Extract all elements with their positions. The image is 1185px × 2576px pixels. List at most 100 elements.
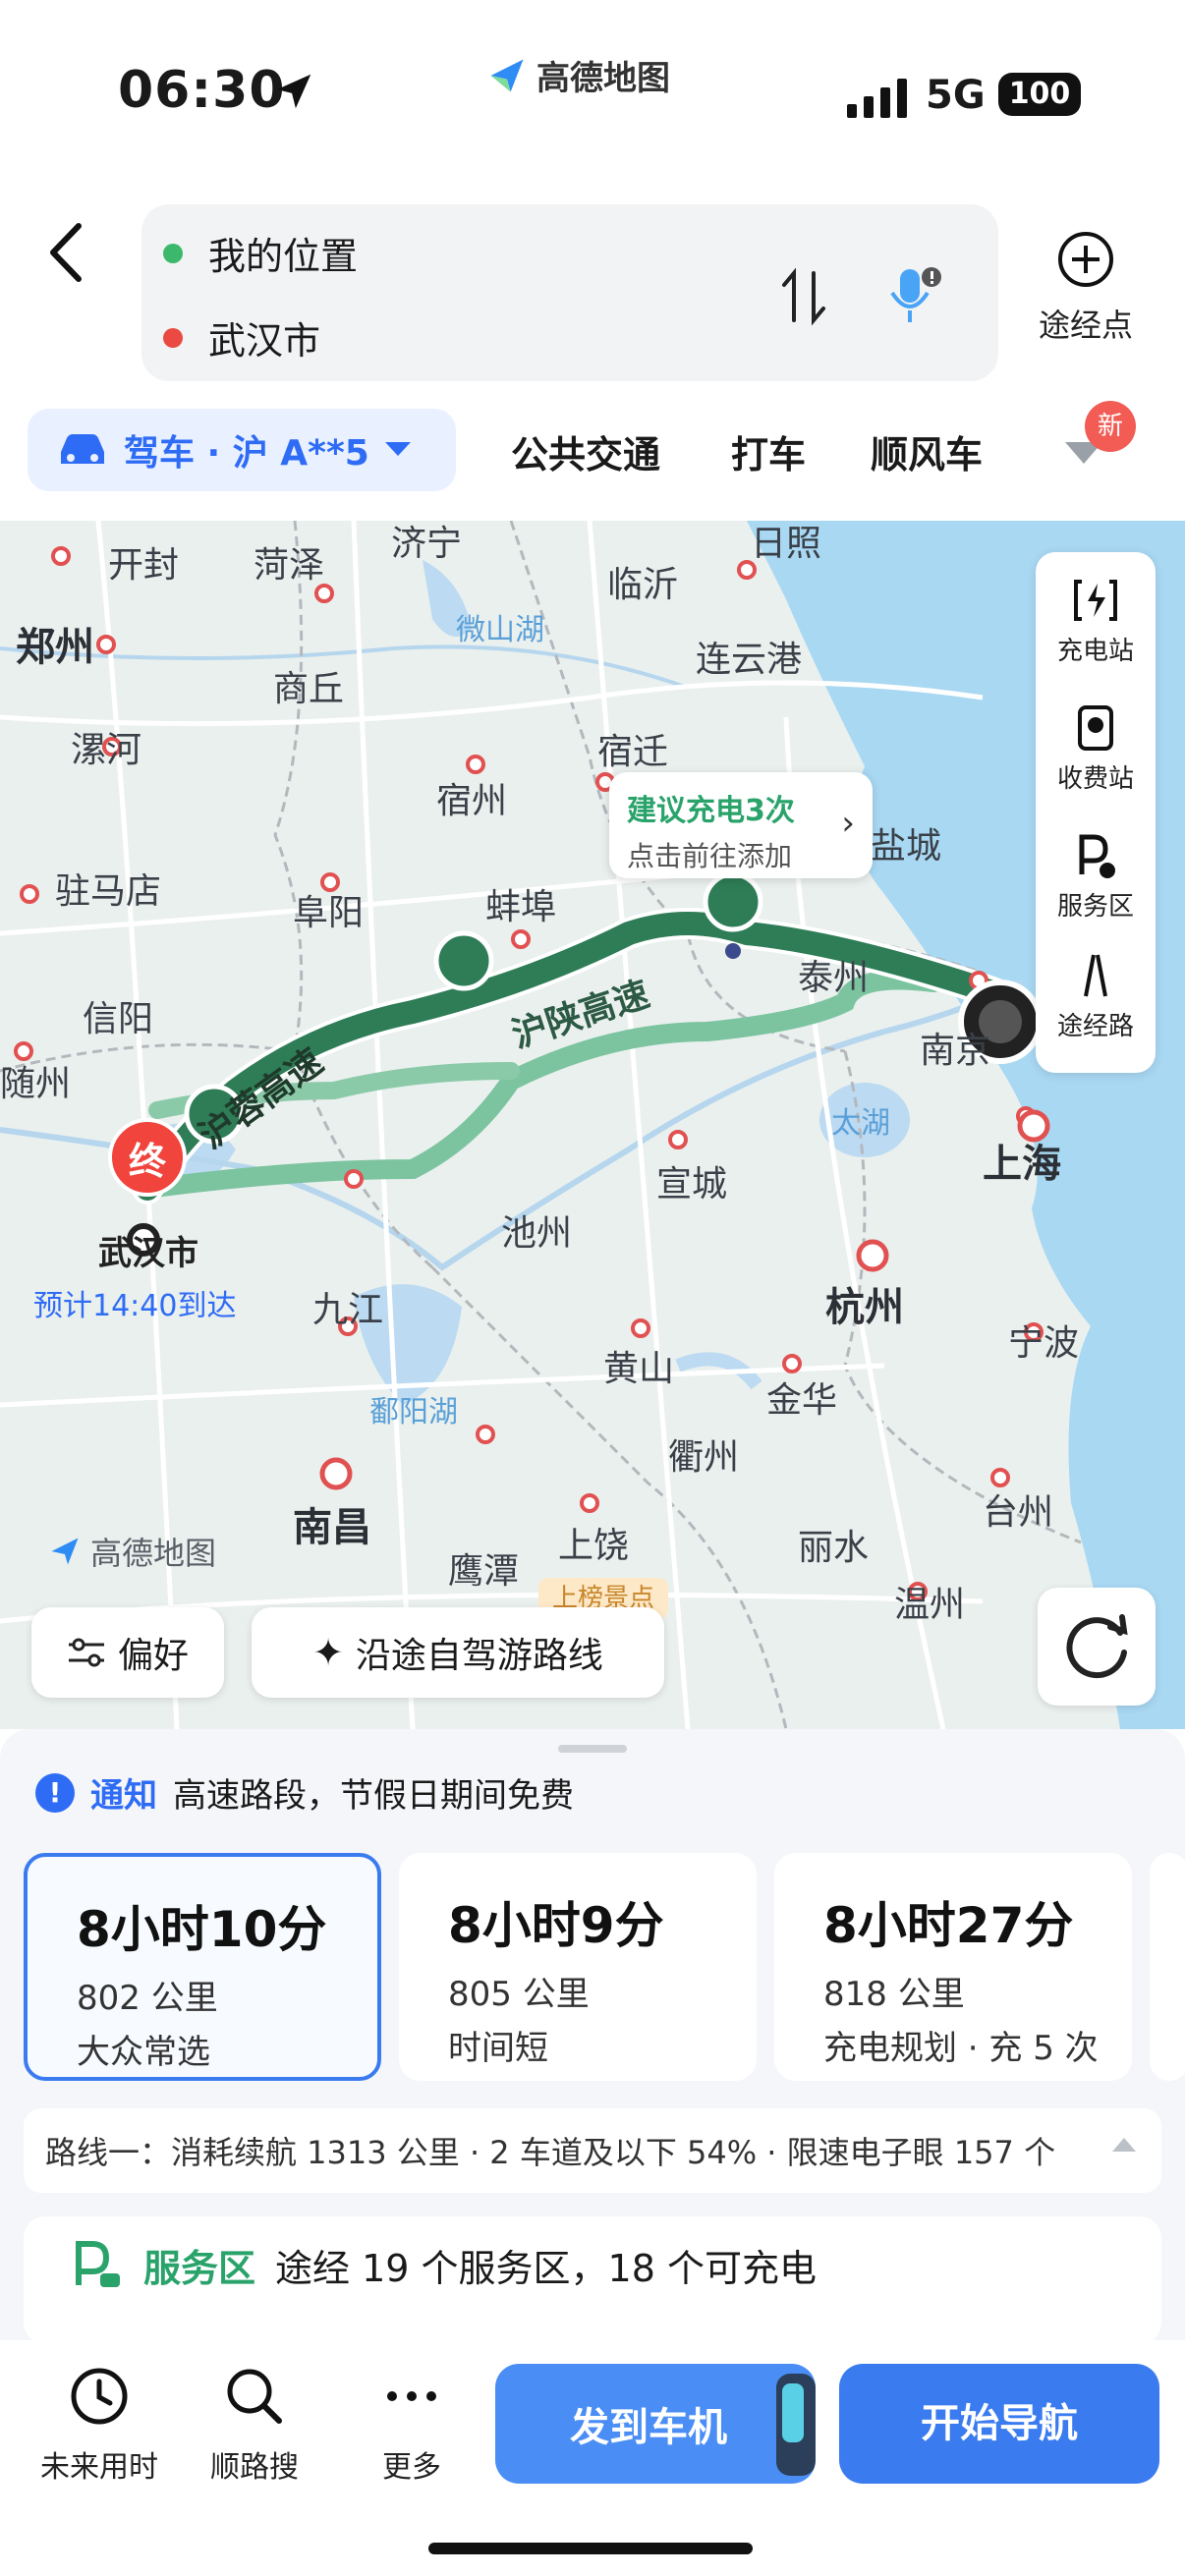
swap-icon[interactable] [778, 267, 829, 326]
city-label: 金华 [766, 1380, 838, 1421]
city-label: 黄山 [603, 1349, 675, 1389]
back-button[interactable] [41, 218, 92, 287]
city-label: 蚌埠 [485, 887, 557, 927]
future-time-button[interactable]: 未来用时 [26, 2364, 173, 2486]
add-waypoint-button[interactable]: 途经点 [1022, 230, 1150, 346]
tab-drive[interactable]: 驾车 · 沪 A**5 [28, 409, 456, 491]
route-distance: 818 公里 [823, 1975, 965, 2014]
clock-icon [71, 2368, 128, 2425]
city-label: 漯河 [71, 730, 142, 770]
sheet-handle[interactable] [558, 1745, 627, 1753]
chevron-right-icon: › [841, 804, 855, 843]
origin-row[interactable]: 我的位置 [163, 226, 358, 280]
toolbar-charge-label: 充电站 [1056, 637, 1134, 666]
toolbar-toll-label: 收费站 [1056, 764, 1134, 794]
city-label: 泰州 [798, 958, 870, 998]
route-detail-summary[interactable]: 路线一：消耗续航 1313 公里 · 2 车道及以下 54% · 限速电子眼 1… [24, 2108, 1161, 2193]
home-indicator [428, 2543, 753, 2554]
service-area-card[interactable]: 服务区 途经 19 个服务区，18 个可充电 [24, 2216, 1161, 2344]
tab-carpool[interactable]: 顺风车 [871, 424, 983, 478]
route-option-1[interactable]: 8小时10分 802 公里 大众常选 [24, 1853, 381, 2081]
sliders-icon [68, 1638, 104, 1667]
city-label: 温州 [894, 1585, 966, 1625]
service-area-icon [76, 2241, 120, 2287]
capital-dot-hangzhou [856, 1239, 889, 1272]
notice-bar: ! 通知 高速路段，节假日期间免费 [35, 1768, 574, 1817]
city-label: 宁波 [1008, 1323, 1080, 1364]
charge-tip-title: 建议充电3次 [627, 794, 795, 828]
route-input-box: 我的位置 武汉市 [141, 204, 998, 381]
city-label: 宿州 [436, 781, 508, 821]
origin-dot-icon [163, 243, 183, 263]
chevron-down-icon [384, 442, 411, 456]
destination-input[interactable]: 武汉市 [208, 310, 320, 364]
search-along-label: 顺路搜 [210, 2450, 299, 2485]
tab-transit[interactable]: 公共交通 [511, 424, 660, 478]
destination-dot-icon [163, 327, 183, 348]
city-label: 信阳 [83, 999, 154, 1039]
city-label: 临沂 [607, 565, 679, 605]
more-label: 更多 [382, 2450, 441, 2485]
city-label: 鹰潭 [448, 1551, 520, 1592]
status-bar: 06:30 高德地图 5G 100 [0, 0, 1185, 187]
more-dots-icon [387, 2391, 436, 2401]
amap-logo-icon [490, 59, 524, 91]
city-label: 丽水 [798, 1528, 870, 1568]
toolbar-charge-station[interactable]: 充电站 [1036, 576, 1156, 667]
water-label: 鄱阳湖 [369, 1395, 458, 1429]
voice-mic-icon[interactable] [886, 263, 943, 326]
route-option-3[interactable]: 8小时27分 818 公里 充电规划 · 充 5 次 [774, 1853, 1132, 2081]
water-label: 微山湖 [456, 613, 544, 647]
preference-label: 偏好 [117, 1636, 189, 1676]
city-label: 开封 [108, 545, 180, 586]
battery-indicator: 100 [998, 73, 1081, 116]
origin-input[interactable]: 我的位置 [208, 226, 358, 280]
city-label: 宣城 [656, 1164, 728, 1204]
city-label: 上海 [983, 1142, 1061, 1187]
city-label: 阜阳 [293, 893, 365, 933]
signal-icon [847, 79, 907, 118]
route-time: 8小时27分 [823, 1897, 1074, 1954]
city-label: 日照 [751, 524, 822, 564]
map-view[interactable]: 济宁 日照 开封 菏泽 临沂 郑州 商丘 连云港 漯河 宿迁 宿州 驻马店 阜阳… [0, 521, 1185, 1729]
route-tag: 时间短 [448, 2029, 548, 2068]
car-icon [61, 434, 104, 464]
service-area-title: 服务区 [143, 2247, 256, 2290]
city-label: 宿迁 [597, 732, 669, 772]
charge-suggestion-tip[interactable]: 建议充电3次 点击前往添加 › [609, 772, 873, 878]
start-navigation-button[interactable]: 开始导航 [839, 2364, 1159, 2484]
destination-row[interactable]: 武汉市 [163, 310, 320, 364]
map-toolbar: 充电站 收费站 服务区 途经路 [1036, 552, 1156, 1073]
toolbar-route-roads[interactable]: 途经路 [1036, 951, 1156, 1042]
city-label: 九江 [312, 1290, 384, 1330]
route-distance: 805 公里 [448, 1975, 590, 2014]
future-time-label: 未来用时 [40, 2450, 158, 2485]
app-name: 高德地图 [536, 59, 670, 98]
eta-label: 预计14:40到达 [33, 1289, 237, 1323]
amap-logo-icon [51, 1538, 79, 1565]
city-label: 上饶 [558, 1526, 630, 1566]
search-icon [227, 2369, 282, 2424]
service-area-icon [1079, 834, 1115, 878]
info-icon: ! [35, 1772, 75, 1813]
city-label: 台州 [983, 1492, 1054, 1533]
tab-taxi[interactable]: 打车 [731, 424, 806, 478]
search-along-button[interactable]: 顺路搜 [181, 2364, 328, 2486]
more-button[interactable]: 更多 [338, 2364, 485, 2486]
toolbar-service-area[interactable]: 服务区 [1036, 831, 1156, 923]
charge-station-icon [1074, 580, 1117, 621]
self-drive-route-button[interactable]: ✦ 沿途自驾游路线 [252, 1607, 664, 1698]
send-to-car-button[interactable]: 发到车机 [495, 2364, 816, 2484]
route-option-2[interactable]: 8小时9分 805 公里 时间短 [399, 1853, 757, 2081]
plus-circle-icon [1058, 232, 1113, 287]
refresh-button[interactable] [1038, 1588, 1156, 1706]
preference-button[interactable]: 偏好 [31, 1607, 224, 1698]
city-label: 盐城 [871, 826, 942, 867]
end-marker: 终 [108, 1118, 187, 1197]
toolbar-toll-station[interactable]: 收费站 [1036, 703, 1156, 795]
route-option-4-peek[interactable] [1150, 1853, 1185, 2081]
route-distance: 802 公里 [77, 1979, 218, 2018]
map-watermark-text: 高德地图 [90, 1535, 217, 1572]
route-time: 8小时10分 [77, 1901, 327, 1958]
route-tag: 大众常选 [77, 2033, 210, 2072]
